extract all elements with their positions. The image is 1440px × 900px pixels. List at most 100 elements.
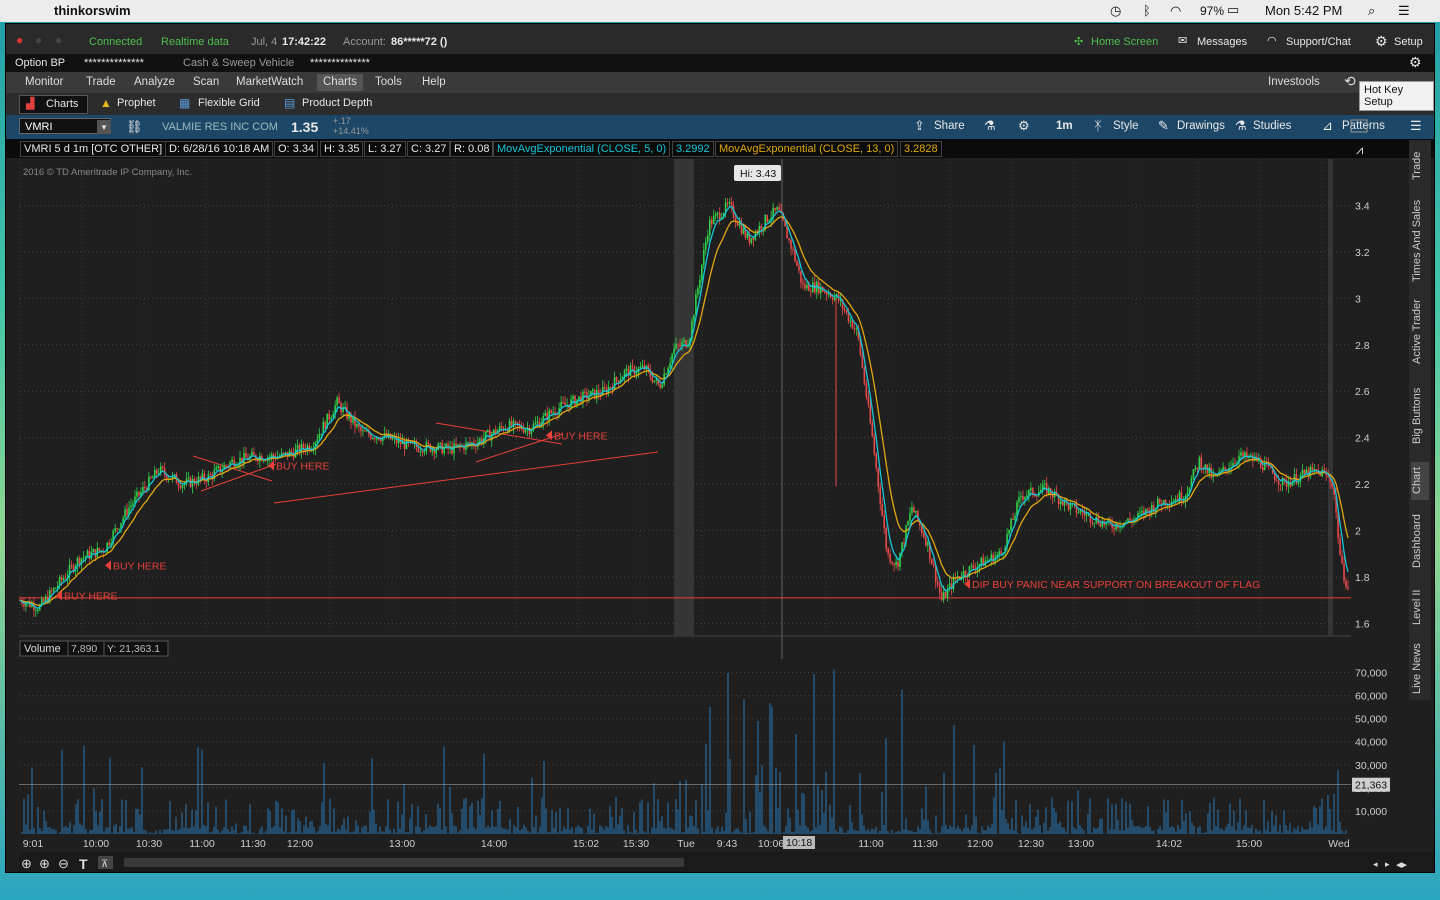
candle-body (964, 570, 967, 576)
battery-icon[interactable]: ▭ (1227, 2, 1239, 18)
candle-body (1303, 469, 1306, 474)
candle-body (1194, 467, 1197, 470)
candle-body (130, 505, 132, 508)
time-tick-label: 11:30 (912, 838, 938, 850)
volume-tick-label: 50,000 (1355, 714, 1387, 726)
candle-body (938, 584, 941, 593)
candle-body (750, 238, 753, 244)
candle-body (710, 219, 713, 225)
bluetooth-icon[interactable]: ᛒ (1143, 3, 1151, 18)
expand-icon[interactable]: ◂▸ (1396, 859, 1408, 871)
side-tab-trade[interactable]: Trade (1411, 148, 1429, 184)
horizontal-scrollbar[interactable] (124, 858, 684, 867)
candle-body (1012, 518, 1014, 520)
candle-body (639, 367, 642, 369)
candle-body (1147, 508, 1149, 511)
candle-body (70, 565, 73, 567)
notification-center-icon[interactable]: ☰ (1398, 3, 1410, 19)
side-tab-chart[interactable]: Chart (1411, 462, 1429, 500)
zoom-in-icon[interactable]: ⊕ (39, 856, 50, 871)
zoom-out-icon[interactable]: ⊖ (58, 856, 69, 871)
candle-body (455, 443, 457, 446)
candle-body (362, 430, 364, 432)
time-tick-label: 15:00 (1236, 838, 1262, 850)
candle-body (760, 225, 763, 230)
scroll-left-icon[interactable]: ◂ (1373, 859, 1378, 869)
scroll-right-icon[interactable]: ▸ (1385, 859, 1390, 869)
side-tab-live-news[interactable]: Live News (1411, 640, 1429, 698)
price-tick-label: 1.6 (1355, 618, 1370, 630)
candle-body (1341, 555, 1343, 564)
candle-body (907, 521, 909, 526)
candle-body (867, 397, 870, 405)
time-tick-label: 11:00 (189, 838, 215, 850)
mac-menubar: thinkorswim ◷ ᛒ ◠ 97% ▭ Mon 5:42 PM ⌕ ☰ (0, 0, 1440, 22)
candle-body (926, 542, 929, 546)
candle-body (1091, 521, 1094, 523)
candle-body (64, 578, 67, 580)
session-separator-2 (1328, 159, 1333, 635)
side-tab-active-trader[interactable]: Active Trader (1411, 296, 1429, 368)
candle-body (712, 216, 715, 225)
candle-body (78, 558, 81, 565)
candle-body (1345, 580, 1347, 588)
candle-body (161, 466, 164, 469)
candle-body (1198, 457, 1201, 470)
candle-body (1297, 481, 1300, 484)
candle-body (909, 512, 911, 522)
side-tab-times-sales[interactable]: Times And Sales (1411, 196, 1429, 286)
candle-body (578, 396, 580, 400)
crosshair-icon[interactable]: ⊕ (21, 856, 32, 871)
candle-body (861, 355, 864, 368)
spotlight-icon[interactable]: ⌕ (1368, 3, 1375, 19)
candle-body (98, 547, 101, 552)
annotation-label: BUY HERE (554, 430, 608, 442)
candle-body (800, 270, 802, 283)
side-tab-dashboard[interactable]: Dashboard (1411, 510, 1429, 572)
candle-body (774, 207, 776, 210)
candle-body (651, 376, 654, 383)
candle-body (706, 235, 709, 242)
candle-body (284, 452, 287, 454)
app-name[interactable]: thinkorswim (54, 3, 131, 18)
candle-body (831, 297, 834, 300)
candle-body (423, 451, 426, 453)
candle-body (873, 436, 876, 454)
time-machine-icon[interactable]: ◷ (1110, 3, 1121, 19)
candle-body (1115, 523, 1117, 530)
candle-body (552, 412, 554, 414)
volume-tick-label: 70,000 (1355, 668, 1387, 680)
volume-title: Volume (24, 643, 61, 655)
candle-body (35, 610, 37, 612)
candle-body (1343, 563, 1345, 581)
price-volume-chart[interactable]: 3.4 3.2 3 2.8 2.6 2.4 2.2 2 1.8 1.6 BUY HERE BUY H… (6, 24, 1434, 872)
candle-body (1018, 497, 1020, 503)
candle-body (181, 485, 184, 488)
candle-body (118, 528, 120, 530)
clock[interactable]: Mon 5:42 PM (1265, 3, 1342, 18)
candle-body (1192, 469, 1195, 479)
time-tick-label: 13:00 (1068, 838, 1094, 850)
candle-body (823, 291, 826, 293)
battery-percent[interactable]: 97% (1200, 4, 1224, 18)
candle-body (903, 542, 905, 544)
chart-type-icon[interactable]: ⩘ (1356, 142, 1363, 157)
candle-body (82, 557, 85, 559)
candle-body (421, 451, 424, 453)
side-tab-big-buttons[interactable]: Big Buttons (1411, 384, 1429, 448)
candle-body (792, 248, 794, 250)
text-cursor-icon[interactable]: T (79, 856, 88, 872)
time-cursor-label: 10:18 (786, 837, 812, 849)
candle-body (726, 202, 729, 204)
candle-body (1036, 495, 1038, 497)
wifi-icon[interactable]: ◠ (1170, 3, 1181, 19)
candle-body (1043, 483, 1046, 485)
side-tab-level-ii[interactable]: Level II (1411, 586, 1429, 628)
candle-body (875, 453, 878, 469)
candle-body (62, 578, 65, 581)
detach-icon[interactable] (1350, 119, 1368, 133)
candle-body (915, 510, 917, 513)
candle-body (1273, 473, 1276, 480)
high-marker: Hi: 3.43 (734, 165, 781, 181)
copyright-text: 2016 © TD Ameritrade IP Company, Inc. (23, 167, 192, 178)
